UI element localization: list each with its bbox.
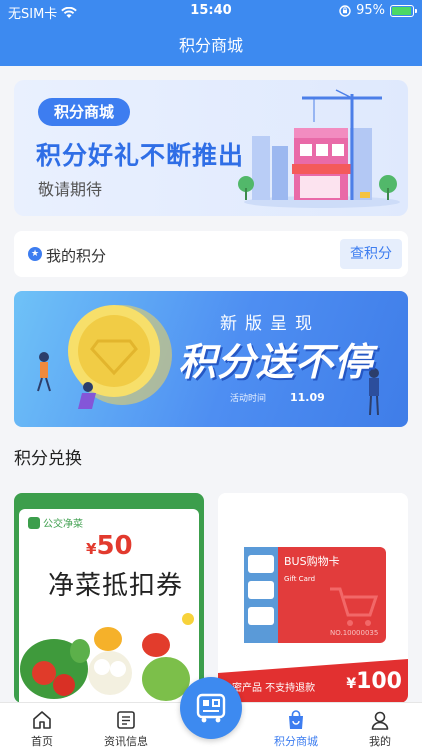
veg-brand-label: 公交净菜 [43,519,83,530]
tab-mine-label: 我的 [369,735,391,748]
product-card-gift-card[interactable]: BUS购物卡 Gift Card NO.10000035 卡密产品 不支持退款 … [218,493,408,703]
check-points-button[interactable]: 查积分 [340,239,402,269]
veg-currency: ¥ [86,540,97,558]
tab-points-mall[interactable]: 积分商城 [254,703,338,750]
tab-home[interactable]: 首页 [0,703,84,750]
user-icon [371,711,389,730]
gift-card-number: NO.10000035 [330,629,378,637]
bus-code-button[interactable] [180,677,242,739]
bus-icon [196,693,226,723]
vegetables-image [20,613,194,701]
star-icon: ★ [28,247,42,261]
promo-headline: 积分送不停 [178,340,374,384]
gift-card-currency: ¥ [346,676,357,692]
tab-mine[interactable]: 我的 [338,703,422,750]
news-icon [117,711,135,729]
hero-subline: 敬请期待 [38,180,103,199]
battery-icon [390,4,417,17]
gift-card-amount: 100 [356,669,402,694]
home-icon [33,711,51,729]
hero-badge: 积分商城 [38,98,131,126]
gift-card-title: BUS购物卡 [284,554,340,568]
veg-amount: 50 [96,531,133,561]
product-card-veg-voucher[interactable]: 公交净菜 ¥50 净菜抵扣券 [14,493,204,703]
shop-construction-illustration [238,89,400,208]
promo-date: 11.09 [290,391,325,404]
hero-banner[interactable]: 积分商城 积分好礼不断推出 敬请期待 [14,80,408,216]
app-header: 无SIM卡 15:40 95% 积分商城 [0,0,422,66]
battery-percent: 95% [356,3,385,18]
my-points-label: 我的积分 [46,247,107,265]
rotation-lock-icon [339,4,351,17]
battery-fill [392,6,411,15]
hero-headline: 积分好礼不断推出 [36,141,245,170]
tab-news[interactable]: 资讯信息 [84,703,168,750]
tab-news-label: 资讯信息 [104,735,148,748]
promo-banner[interactable]: 新版呈现 积分送不停 活动时间 11.09 [14,291,408,427]
page-title: 积分商城 [178,36,243,55]
tab-home-label: 首页 [31,735,53,748]
promo-date-label: 活动时间 [230,394,267,404]
veg-brand-tag: 公交净菜 [28,515,83,530]
leaf-icon [28,516,40,529]
my-points-card: ★ 我的积分 查积分 [14,231,408,277]
gift-card-subtitle: Gift Card [284,575,315,583]
gift-card-price: ¥100 [346,669,402,694]
exchange-section-title: 积分兑换 [14,449,82,469]
status-bar: 无SIM卡 15:40 95% [0,0,422,22]
status-right: 95% [339,3,417,18]
shopping-bag-icon [289,710,303,729]
tab-points-mall-label: 积分商城 [274,735,318,748]
veg-price: ¥50 [86,531,133,561]
